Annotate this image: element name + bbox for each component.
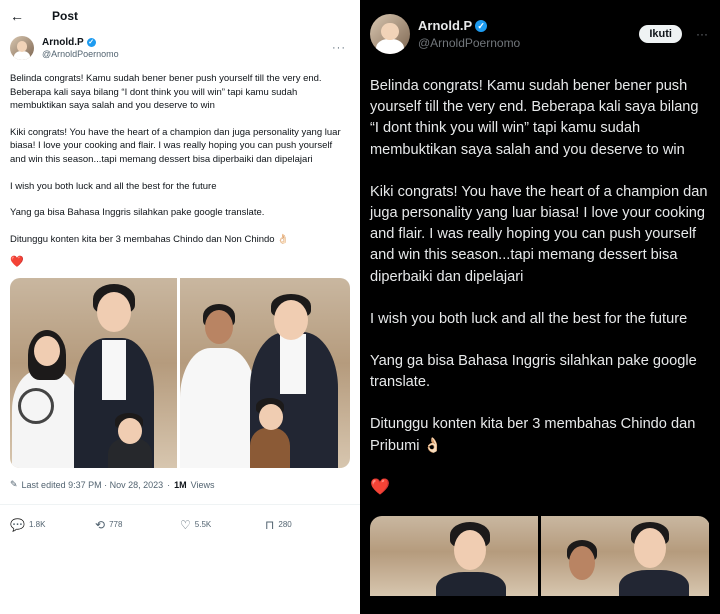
- tweet-actions: 💬 1.8K ⟲ 778 ♡ 5.5K ⊓ 280: [0, 505, 360, 545]
- tweet-paragraph: I wish you both luck and all the best fo…: [10, 180, 217, 192]
- heart-emoji: ❤️: [370, 478, 390, 496]
- like-count: 5.5K: [194, 520, 212, 530]
- bookmark-icon: ⊓: [265, 517, 275, 532]
- photo-left[interactable]: [10, 277, 178, 468]
- tweet-text: Belinda congrats! Kamu sudah bener bener…: [0, 64, 360, 270]
- photo-left[interactable]: [370, 516, 538, 597]
- bookmark-count: 280: [278, 520, 292, 530]
- author-name[interactable]: Arnold.P: [42, 37, 84, 48]
- tweet-paragraph: Ditunggu konten kita ber 3 membahas Chin…: [10, 233, 290, 245]
- retweet-count: 778: [109, 520, 123, 530]
- tweet-paragraph: Yang ga bisa Bahasa Inggris silahkan pak…: [370, 353, 701, 391]
- follow-button[interactable]: Ikuti: [639, 25, 682, 43]
- bookmark-button[interactable]: ⊓ 280: [265, 518, 350, 532]
- reply-count: 1.8K: [28, 520, 46, 530]
- tweet-paragraph: Yang ga bisa Bahasa Inggris silahkan pak…: [10, 207, 265, 219]
- tweet-paragraph: Kiki congrats! You have the heart of a c…: [10, 126, 344, 165]
- retweet-button[interactable]: ⟲ 778: [95, 518, 180, 532]
- author-handle[interactable]: @ArnoldPoernomo: [42, 49, 119, 59]
- like-icon: ♡: [180, 517, 191, 532]
- edited-timestamp[interactable]: Last edited 9:37 PM · Nov 28, 2023: [22, 480, 164, 490]
- tweet-paragraph: Ditunggu konten kita ber 3 membahas Chin…: [370, 416, 700, 454]
- more-icon[interactable]: ···: [696, 27, 708, 41]
- dark-mode-post: Arnold.P ✓ @ArnoldPoernomo Ikuti ··· Bel…: [360, 0, 720, 614]
- heart-emoji: ❤️: [10, 256, 24, 269]
- tweet-author: Arnold.P ✓ @ArnoldPoernomo Ikuti ···: [360, 0, 720, 54]
- pencil-icon: ✎: [10, 479, 18, 490]
- photo-right[interactable]: [541, 516, 709, 597]
- author-name[interactable]: Arnold.P: [418, 18, 472, 33]
- page-title: Post: [52, 9, 79, 23]
- more-icon[interactable]: ···: [332, 42, 346, 54]
- photo-right[interactable]: [180, 277, 350, 468]
- verified-badge-icon: ✓: [475, 19, 488, 32]
- tweet-paragraph: Belinda congrats! Kamu sudah bener bener…: [370, 78, 703, 158]
- avatar[interactable]: [10, 36, 34, 60]
- tweet-paragraph: Belinda congrats! Kamu sudah bener bener…: [10, 73, 325, 112]
- tweet-media[interactable]: [370, 516, 710, 597]
- author-handle[interactable]: @ArnoldPoernomo: [418, 36, 520, 50]
- reply-icon: 💬: [10, 517, 25, 532]
- views-count: 1M: [174, 479, 187, 490]
- tweet-paragraph: I wish you both luck and all the best fo…: [370, 310, 688, 327]
- tweet-author: Arnold.P ✓ @ArnoldPoernomo ···: [0, 32, 360, 64]
- back-arrow-icon[interactable]: ←: [10, 8, 30, 24]
- retweet-icon: ⟲: [95, 517, 106, 532]
- like-button[interactable]: ♡ 5.5K: [180, 518, 265, 532]
- tweet-text: Belinda congrats! Kamu sudah bener bener…: [360, 54, 720, 498]
- post-header: ← Post: [0, 0, 360, 32]
- reply-button[interactable]: 💬 1.8K: [10, 518, 95, 532]
- avatar[interactable]: [370, 14, 410, 54]
- tweet-meta: ✎ Last edited 9:37 PM · Nov 28, 2023 · 1…: [10, 479, 215, 490]
- views-label: Views: [190, 479, 215, 490]
- verified-badge-icon: ✓: [86, 38, 96, 47]
- light-mode-post: ← Post Arnold.P ✓ @ArnoldPoernomo ··· Be…: [0, 0, 360, 614]
- tweet-media[interactable]: [10, 277, 350, 468]
- tweet-paragraph: Kiki congrats! You have the heart of a c…: [370, 183, 712, 285]
